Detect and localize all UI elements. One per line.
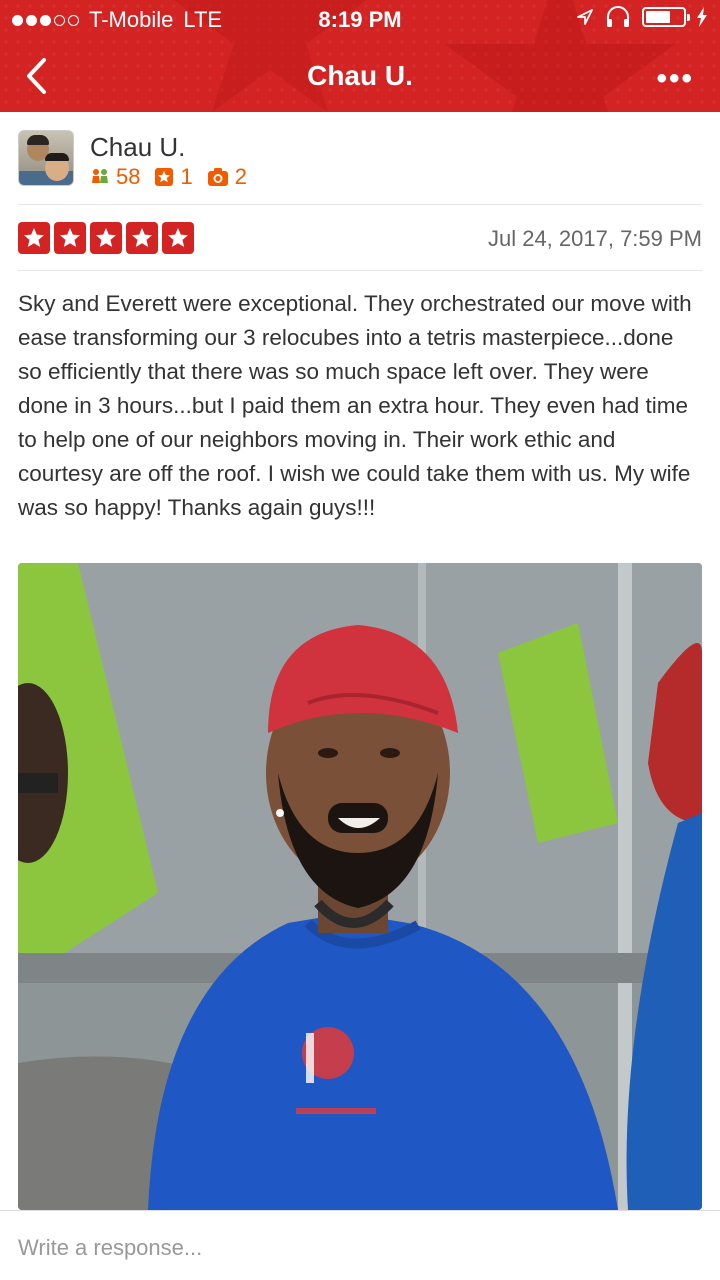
divider [18, 204, 702, 205]
camera-icon [207, 168, 228, 186]
reviews-count-value: 1 [180, 164, 193, 189]
headphones-icon [607, 6, 629, 27]
nav-bar: Chau U. ••• [0, 40, 720, 112]
friends-count: 58 [90, 164, 140, 190]
status-right [576, 6, 708, 28]
reviews-count: 1 [154, 164, 193, 190]
avatar[interactable] [18, 130, 74, 186]
response-bar [0, 1211, 720, 1280]
friends-count-value: 58 [116, 164, 141, 189]
reviewer-stats: 58 1 2 [90, 164, 247, 190]
more-options-button[interactable]: ••• [656, 62, 694, 96]
response-input[interactable] [18, 1233, 702, 1263]
divider [18, 270, 702, 271]
star-icon [90, 222, 122, 254]
star-box-icon [155, 168, 174, 186]
star-icon [126, 222, 158, 254]
reviewer-row[interactable]: Chau U. 58 1 2 [18, 130, 702, 204]
star-icon [54, 222, 86, 254]
page-title: Chau U. [307, 60, 413, 91]
battery-icon [642, 7, 690, 27]
reviewer-name[interactable]: Chau U. [90, 132, 185, 163]
rating-row: Jul 24, 2017, 7:59 PM [18, 222, 702, 256]
star-icon [162, 222, 194, 254]
app-header: T-Mobile LTE 8:19 PM Chau U. ••• [0, 0, 720, 112]
charging-bolt-icon [697, 7, 707, 27]
location-arrow-icon [577, 9, 593, 25]
star-rating [18, 222, 194, 254]
review-text: Sky and Everett were exceptional. They o… [18, 291, 692, 520]
friends-icon [92, 169, 108, 183]
star-icon [18, 222, 50, 254]
review-date: Jul 24, 2017, 7:59 PM [487, 226, 702, 251]
photos-count: 2 [207, 164, 247, 190]
status-bar: T-Mobile LTE 8:19 PM [0, 0, 720, 40]
review-photo-illustration [18, 563, 702, 1210]
photos-count-value: 2 [234, 164, 247, 189]
review-photo[interactable] [18, 563, 702, 1210]
